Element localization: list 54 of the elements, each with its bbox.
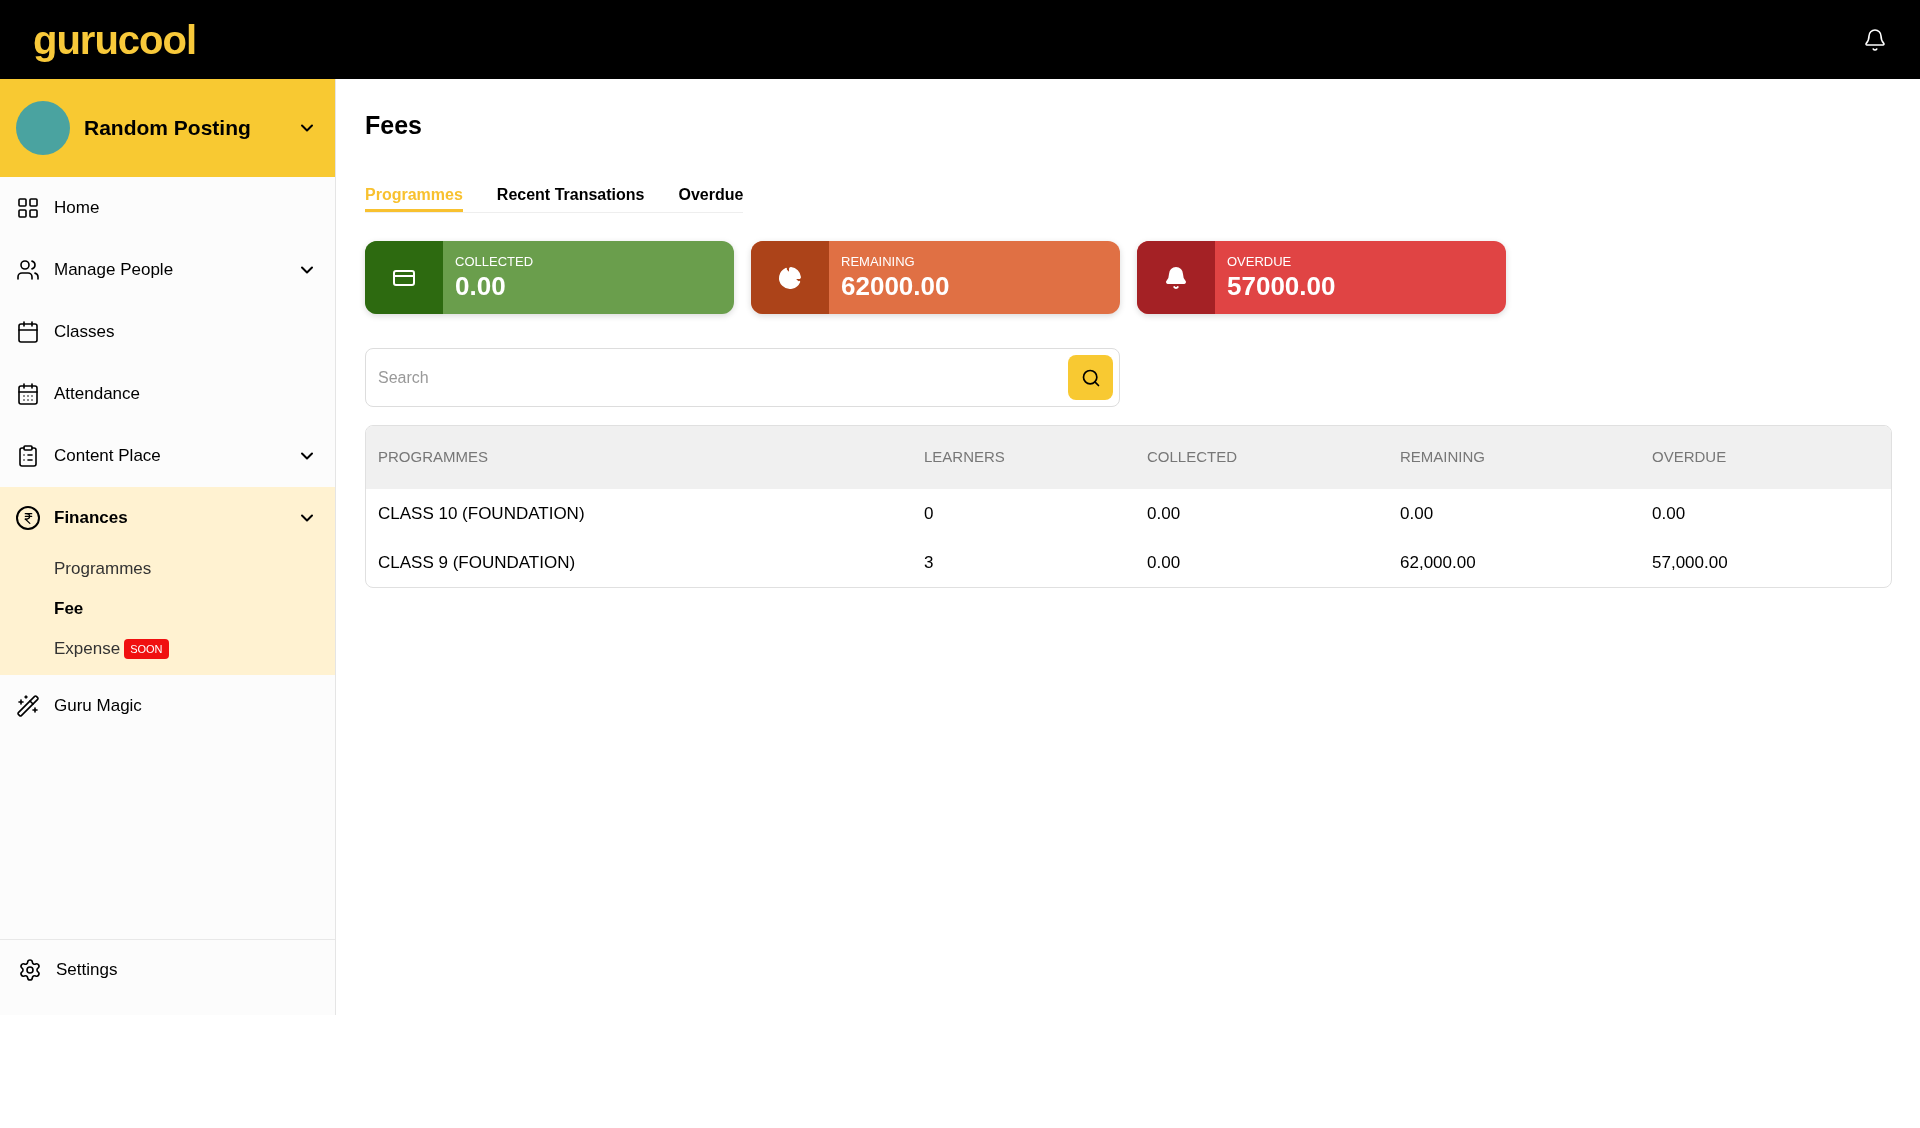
table-cell-text: 62,000.00 bbox=[1400, 551, 1476, 574]
settings-icon[interactable] bbox=[18, 957, 42, 982]
table-cell-text: 0.00 bbox=[1652, 502, 1686, 525]
column-header: PROGRAMMES bbox=[378, 447, 488, 468]
nav-item[interactable]: Finances bbox=[0, 487, 335, 549]
tab[interactable]: Recent Transations bbox=[496, 183, 645, 212]
soon-badge: SOON bbox=[124, 638, 169, 660]
table-cell-text: 0 bbox=[924, 502, 934, 525]
table-cell-text: 3 bbox=[924, 551, 934, 574]
stat-value: 62000.00 bbox=[841, 269, 950, 302]
stat-value: 0.00 bbox=[455, 269, 507, 302]
org-avatar bbox=[16, 101, 70, 155]
bell-icon bbox=[1164, 265, 1188, 290]
search-button[interactable] bbox=[1068, 355, 1113, 400]
table-cell-text: CLASS 9 (FOUNDATION) bbox=[378, 551, 576, 574]
nav-item[interactable]: Content Place bbox=[0, 425, 335, 487]
stat-value: 57000.00 bbox=[1227, 269, 1336, 302]
tab[interactable]: Overdue bbox=[678, 183, 744, 212]
nav-subitem[interactable]: Fee bbox=[54, 596, 84, 622]
search-icon bbox=[1080, 367, 1101, 388]
table-cell-text: 0.00 bbox=[1400, 502, 1434, 525]
calendar-icon bbox=[16, 382, 40, 406]
table-cell-text: 57,000.00 bbox=[1652, 551, 1728, 574]
column-header: REMAINING bbox=[1400, 447, 1485, 468]
nav-item[interactable]: Guru Magic bbox=[0, 675, 335, 737]
stat-label: COLLECTED bbox=[455, 253, 534, 270]
nav-subitem[interactable]: Expense bbox=[54, 636, 121, 662]
org-name: Random Posting bbox=[84, 115, 252, 142]
stat-label: REMAINING bbox=[841, 253, 916, 270]
nav-item[interactable]: Home bbox=[0, 177, 335, 239]
nav-item[interactable]: Classes bbox=[0, 301, 335, 363]
column-header: OVERDUE bbox=[1652, 447, 1727, 468]
calendar-icon bbox=[16, 320, 40, 344]
magic-wand-icon bbox=[16, 694, 40, 718]
nav-item[interactable]: Attendance bbox=[0, 363, 335, 425]
table-cell-text: 0.00 bbox=[1147, 551, 1181, 574]
rupee-icon bbox=[16, 506, 40, 530]
page-title: Fees bbox=[365, 110, 423, 141]
people-icon bbox=[16, 258, 40, 282]
table-cell-text: 0.00 bbox=[1147, 502, 1181, 525]
nav-subitem[interactable]: Programmes bbox=[54, 556, 152, 582]
pie-chart-icon bbox=[778, 265, 802, 290]
notification-bell-icon[interactable] bbox=[1863, 27, 1887, 52]
logo[interactable]: gurucool bbox=[33, 9, 197, 70]
settings-link[interactable]: Settings bbox=[56, 956, 118, 983]
nav-item[interactable]: Manage People bbox=[0, 239, 335, 301]
stat-label: OVERDUE bbox=[1227, 253, 1293, 270]
search-field[interactable]: Search bbox=[365, 348, 1120, 407]
grid-icon bbox=[16, 196, 40, 220]
column-header: LEARNERS bbox=[924, 447, 1005, 468]
clipboard-icon bbox=[16, 444, 40, 468]
org-switcher[interactable]: Random Posting bbox=[0, 79, 335, 177]
table-cell-text: CLASS 10 (FOUNDATION) bbox=[378, 502, 585, 525]
column-header: COLLECTED bbox=[1147, 447, 1238, 468]
